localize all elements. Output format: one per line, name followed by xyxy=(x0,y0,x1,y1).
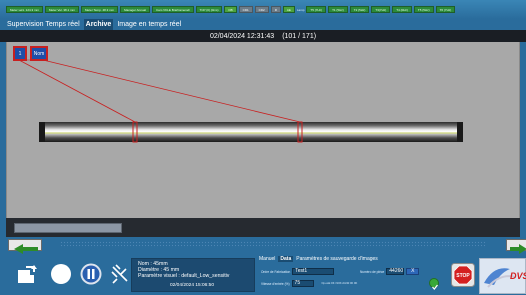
status-badge: T4 (0Hz) xyxy=(392,6,412,13)
stop-icon: STOP xyxy=(451,263,475,287)
prev-button[interactable] xyxy=(8,239,42,254)
piece-row: Numéro de pièce 44260 X xyxy=(360,268,420,275)
timeline-slider[interactable] xyxy=(14,223,122,233)
pause-icon[interactable] xyxy=(80,263,102,285)
main-tabs: Supervision Temps réel Archive Image en … xyxy=(6,19,182,30)
status-badge: DB xyxy=(224,6,237,13)
form-tabs: Manuel Data Paramètres de sauvegarde d'i… xyxy=(259,256,378,262)
leader-line xyxy=(42,59,301,123)
status-text: Lamp xyxy=(296,7,305,12)
tab-supervision[interactable]: Supervision Temps réel xyxy=(6,19,81,30)
leader-line xyxy=(18,59,136,123)
status-badge: Manager Annual xyxy=(120,6,151,13)
piece-label: Numéro de pièce xyxy=(360,269,385,274)
control-panel: Nom : 45mm Diamètre : 45 mm Paramètre vi… xyxy=(0,254,526,295)
tab-archive[interactable]: Archive xyxy=(83,19,114,30)
status-note: Op exist OK / NOK chmW OK OK xyxy=(321,282,358,285)
stop-button[interactable]: STOP xyxy=(451,263,475,291)
tab-data[interactable]: Data xyxy=(278,256,294,262)
vitesse-field[interactable]: 75 xyxy=(291,280,314,287)
logo-text: DVS xyxy=(510,271,526,281)
status-badge: Meter vel1. 124.3 mm xyxy=(6,6,44,13)
status-badge: Meter Vel. 38.1 mm xyxy=(45,6,80,13)
tube-left-cap xyxy=(39,122,45,142)
status-badge: CD1 xyxy=(238,6,253,13)
brand-logo: DVS xyxy=(479,258,526,294)
stop-label: STOP xyxy=(456,273,470,279)
archive-timestamp: 02/04/2024 12:31:43 xyxy=(209,32,275,40)
ordre-label: Ordre de Fabrication xyxy=(261,269,291,274)
navigation-strip xyxy=(0,237,526,254)
production-form: Manuel Data Paramètres de sauvegarde d'i… xyxy=(257,254,447,295)
status-badge: T6 (7Hz) xyxy=(435,6,456,13)
piece-field[interactable]: 44260 xyxy=(386,268,405,275)
archive-counter: (101 / 171) xyxy=(282,32,317,40)
tab-image-temps-reel[interactable]: Image en temps réel xyxy=(116,19,182,30)
vitesse-row: Vitesse d'entrée (%) 75 Op exist OK / NO… xyxy=(261,280,357,287)
info-visual-param: Paramètre visuel : default_Low_sensitiv xyxy=(138,273,230,280)
info-date: 02/04/2024 15:06:50 xyxy=(170,282,215,288)
inspection-image xyxy=(18,59,463,143)
status-badge: Cam VKLE Bra/Camera0 xyxy=(152,6,194,13)
check-icon xyxy=(429,278,439,291)
status-badge: T5 (5Hz) xyxy=(413,6,434,13)
status-badge: Meter Temp. 48.3 mm xyxy=(81,6,119,13)
tab-manuel[interactable]: Manuel xyxy=(259,256,275,262)
defect-marker[interactable]: Nom xyxy=(30,46,48,61)
satellite-icon[interactable] xyxy=(110,263,130,285)
logo-icon: DVS xyxy=(484,268,526,288)
vitesse-label: Vitesse d'entrée (%) xyxy=(261,281,290,286)
ordre-row: Ordre de Fabrication Test1 xyxy=(261,268,335,275)
status-badge: T3(7Hz) xyxy=(371,6,391,13)
status-bar: Meter vel1. 124.3 mm Meter Vel. 38.1 mm … xyxy=(0,0,526,19)
status-badge: TCP (0) (0ms) xyxy=(195,6,223,13)
tab-save-settings[interactable]: Paramètres de sauvegarde d'images xyxy=(296,256,378,262)
record-icon[interactable] xyxy=(50,263,72,285)
status-badge: T2 (5Hz) xyxy=(349,6,370,13)
clear-piece-button[interactable]: X xyxy=(406,268,420,275)
defect-marker[interactable]: 1 xyxy=(13,46,27,61)
next-button[interactable] xyxy=(506,239,526,254)
image-viewer[interactable]: 1 Nom xyxy=(6,42,520,218)
status-badge: AE xyxy=(282,6,295,13)
timeline-zone xyxy=(6,218,520,237)
export-icon[interactable] xyxy=(15,263,37,285)
status-badge: T1 (5Hz) xyxy=(328,6,348,13)
tube xyxy=(39,122,463,142)
status-badge: T5 (7Hz) xyxy=(306,6,327,13)
tube-right-cap xyxy=(457,122,463,142)
archive-header: 02/04/2024 12:31:43 (101 / 171) xyxy=(0,30,526,42)
ordre-field[interactable]: Test1 xyxy=(292,268,335,275)
product-info: Nom : 45mm Diamètre : 45 mm Paramètre vi… xyxy=(131,258,255,292)
status-badge: CD2 xyxy=(254,6,269,13)
position-track[interactable] xyxy=(60,241,486,248)
status-badge: R xyxy=(270,6,281,13)
